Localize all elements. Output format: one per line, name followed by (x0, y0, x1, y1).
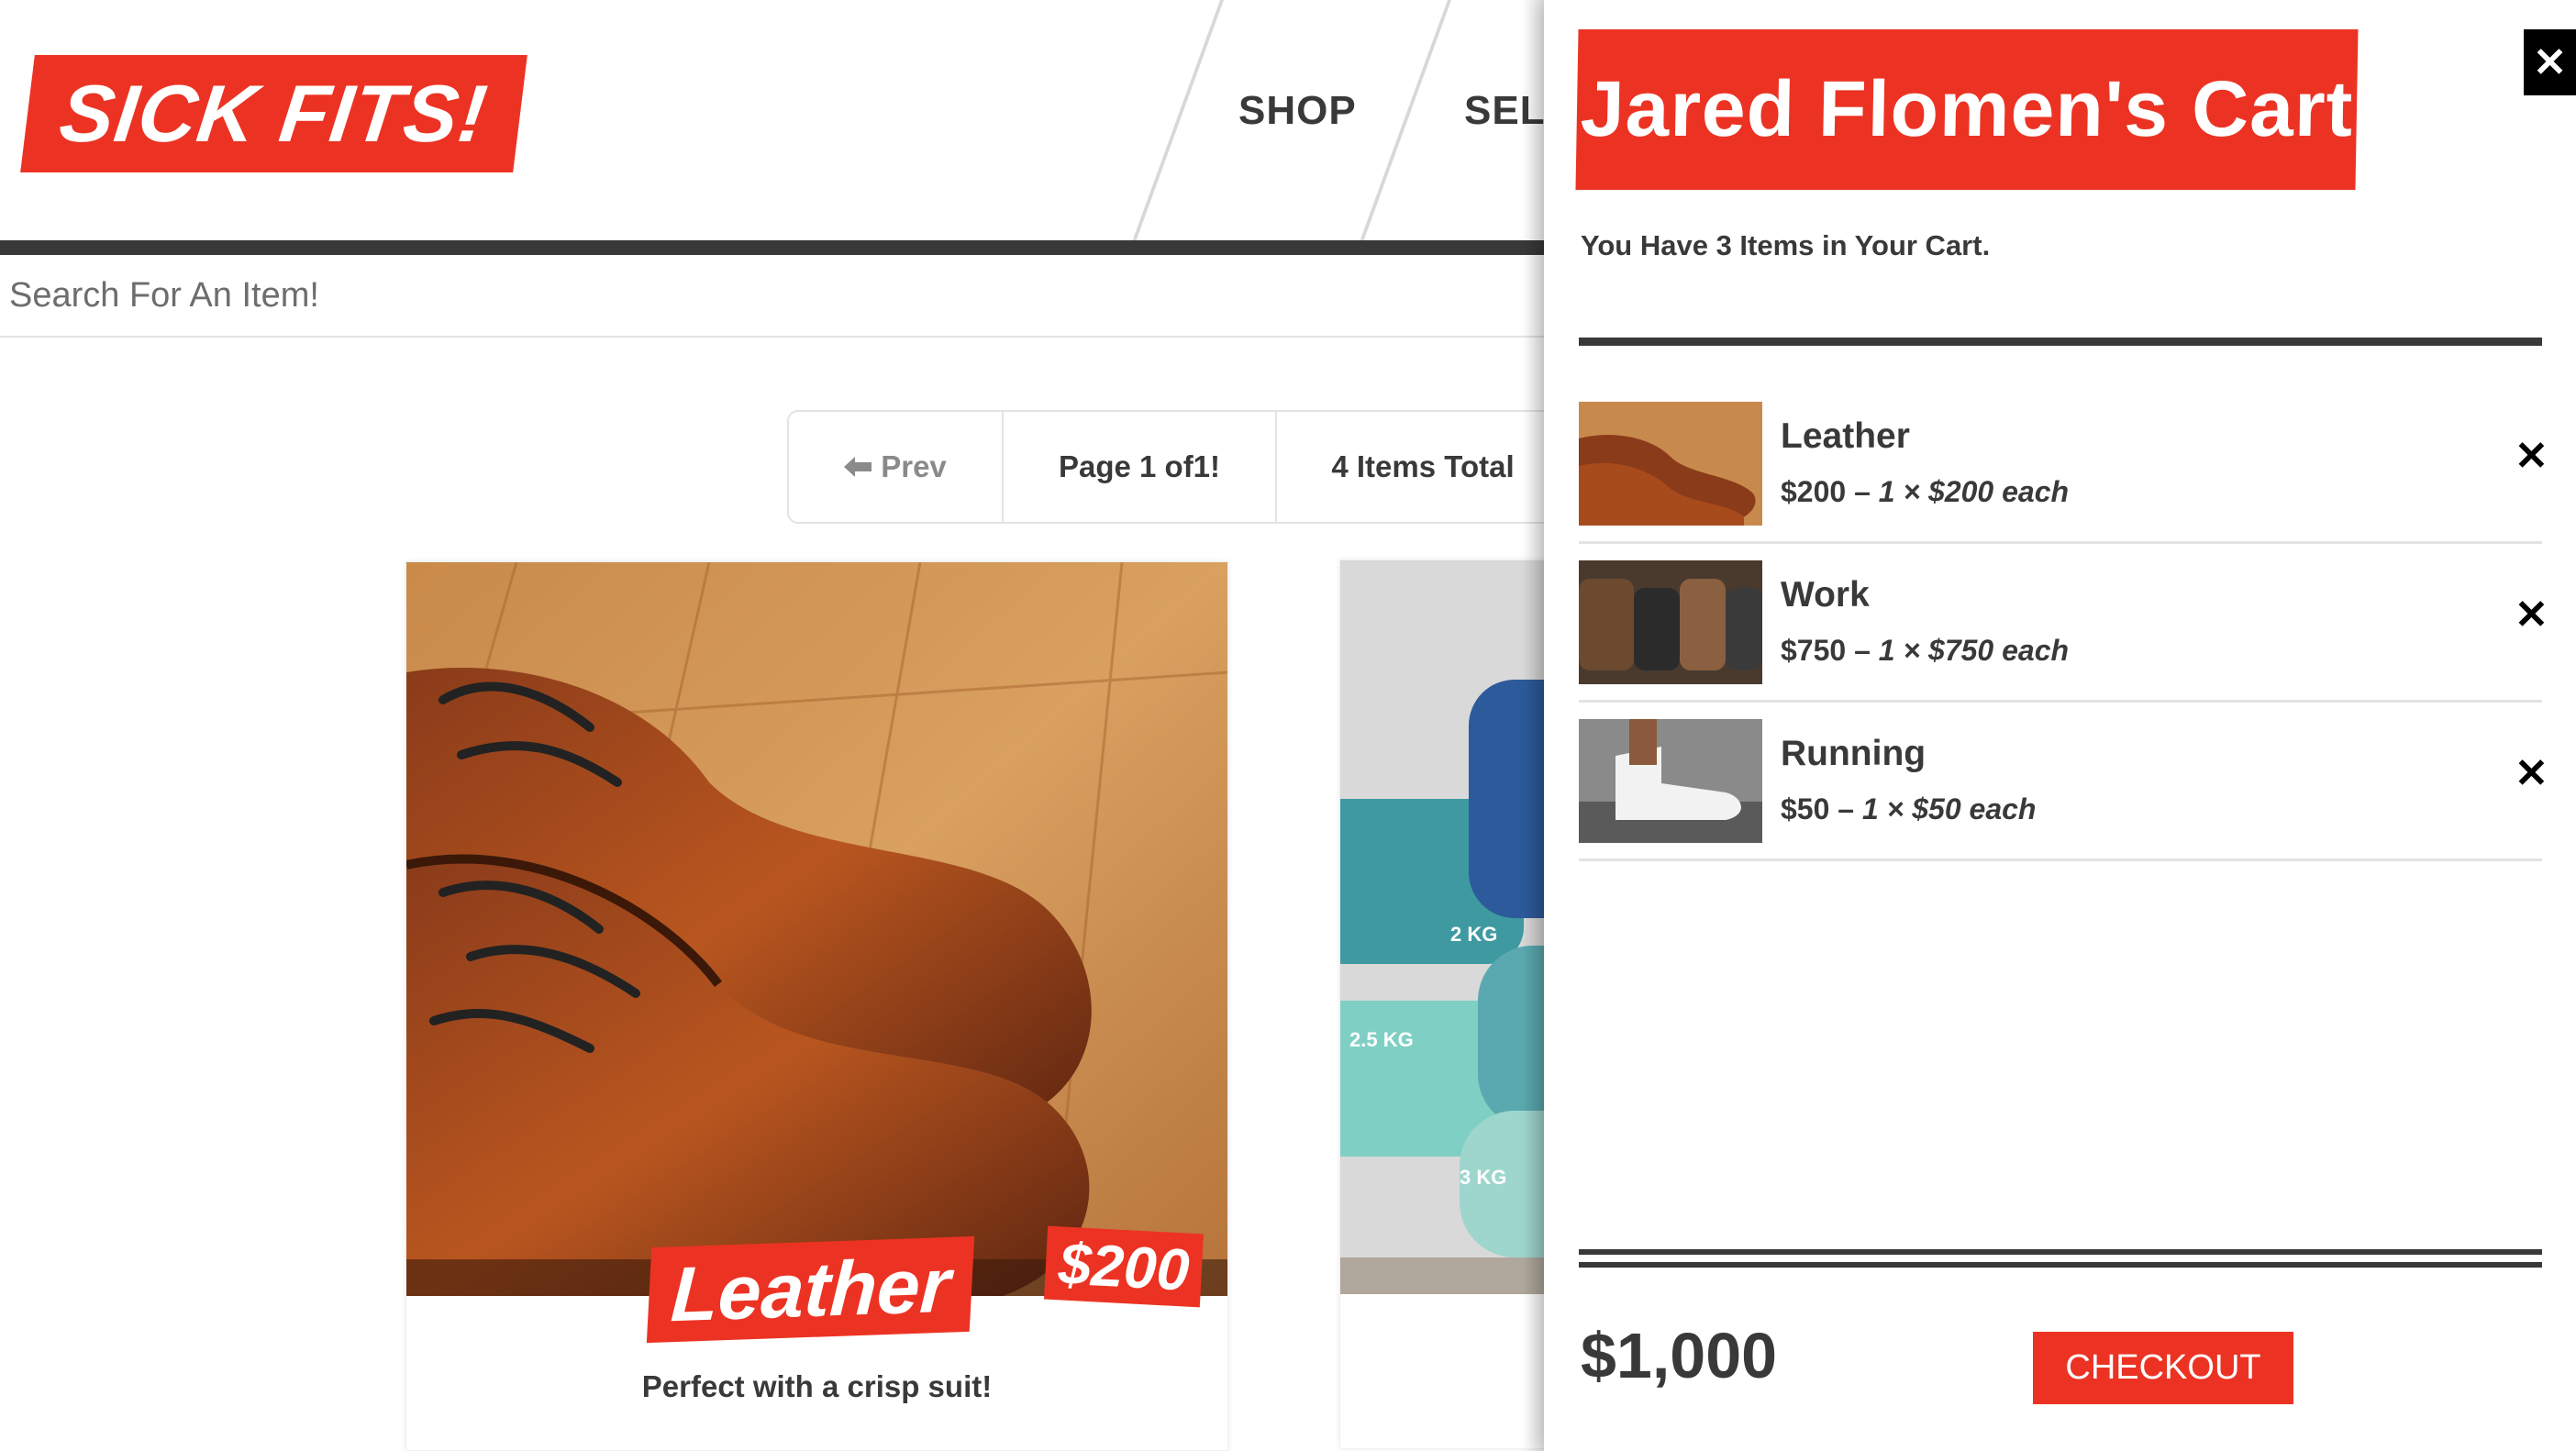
product-price-text: $200 (1057, 1230, 1192, 1303)
cart-item-separator: – (1846, 475, 1879, 508)
cart-item: Leather $200 – 1 × $200 each ✕ (1579, 385, 2548, 544)
remove-item-button[interactable]: ✕ (2515, 592, 2548, 638)
logo-text: SICK FITS! (54, 68, 493, 159)
cart-item-thumbnail (1579, 402, 1762, 526)
cart-item-total: $50 (1781, 792, 1830, 825)
cart-item-separator: – (1829, 792, 1862, 825)
checkout-button[interactable]: CHECKOUT (2033, 1332, 2293, 1404)
cart-title: Jared Flomen's Cart (1575, 29, 2359, 190)
cart-shadow (1523, 0, 1545, 1451)
product-card: Leather $200 Perfect with a crisp suit! (405, 561, 1228, 1451)
site-logo[interactable]: SICK FITS! (20, 55, 527, 172)
cart-item-total: $750 (1781, 634, 1847, 667)
remove-icon: ✕ (2515, 434, 2548, 479)
cart-item-price: $50 – 1 × $50 each (1781, 792, 2036, 826)
cart-item-each: 1 × $50 each (1861, 792, 2037, 825)
remove-item-button[interactable]: ✕ (2515, 433, 2548, 480)
cart-item-price: $750 – 1 × $750 each (1781, 634, 2069, 668)
product-price: $200 (1044, 1225, 1205, 1308)
prev-label: Prev (881, 449, 947, 483)
close-cart-button[interactable]: ✕ (2524, 29, 2576, 95)
cart-item-count: You Have 3 Items in Your Cart. (1581, 229, 1991, 261)
cart-item-each: 1 × $750 each (1878, 634, 2070, 667)
cart-panel: ✕ Jared Flomen's Cart You Have 3 Items i… (1544, 0, 2576, 1451)
cart-item-name: Running (1781, 734, 1926, 773)
svg-text:2.5 KG: 2.5 KG (1349, 1028, 1414, 1051)
page-indicator: Page 1 of1! (1004, 412, 1277, 522)
product-title[interactable]: Leather (646, 1235, 975, 1344)
remove-icon: ✕ (2515, 751, 2548, 796)
remove-icon: ✕ (2515, 593, 2548, 637)
divider (1579, 1249, 2542, 1268)
prev-page-link[interactable]: Prev (789, 412, 1004, 522)
remove-item-button[interactable]: ✕ (2515, 750, 2548, 797)
close-icon: ✕ (2533, 39, 2567, 85)
cart-item-thumbnail (1579, 719, 1762, 843)
nav-shop-link[interactable]: SHOP (1238, 88, 1357, 134)
svg-text:2 KG: 2 KG (1450, 923, 1497, 946)
cart-item-name: Work (1781, 575, 1870, 615)
nav-divider (1132, 0, 1224, 240)
cart-item: Work $750 – 1 × $750 each ✕ (1579, 544, 2548, 703)
cart-item-list: Leather $200 – 1 × $200 each ✕ Work $750… (1579, 385, 2548, 861)
product-title-text: Leather (669, 1241, 953, 1337)
cart-title-text: Jared Flomen's Cart (1579, 65, 2355, 153)
divider (1579, 338, 2542, 346)
cart-item-separator: – (1846, 634, 1879, 667)
product-description: Perfect with a crisp suit! (641, 1369, 993, 1403)
cart-item-thumbnail (1579, 560, 1762, 684)
cart-item-total: $200 (1781, 475, 1847, 508)
product-image[interactable] (406, 562, 1227, 1296)
cart-total: $1,000 (1581, 1320, 1778, 1391)
cart-item-each: 1 × $200 each (1878, 475, 2070, 508)
cart-item: Running $50 – 1 × $50 each ✕ (1579, 703, 2548, 861)
cart-item-name: Leather (1781, 416, 1910, 456)
nav-divider (1360, 0, 1451, 240)
left-arrow-icon (844, 457, 872, 477)
svg-text:3 KG: 3 KG (1460, 1166, 1506, 1189)
cart-item-price: $200 – 1 × $200 each (1781, 475, 2069, 509)
